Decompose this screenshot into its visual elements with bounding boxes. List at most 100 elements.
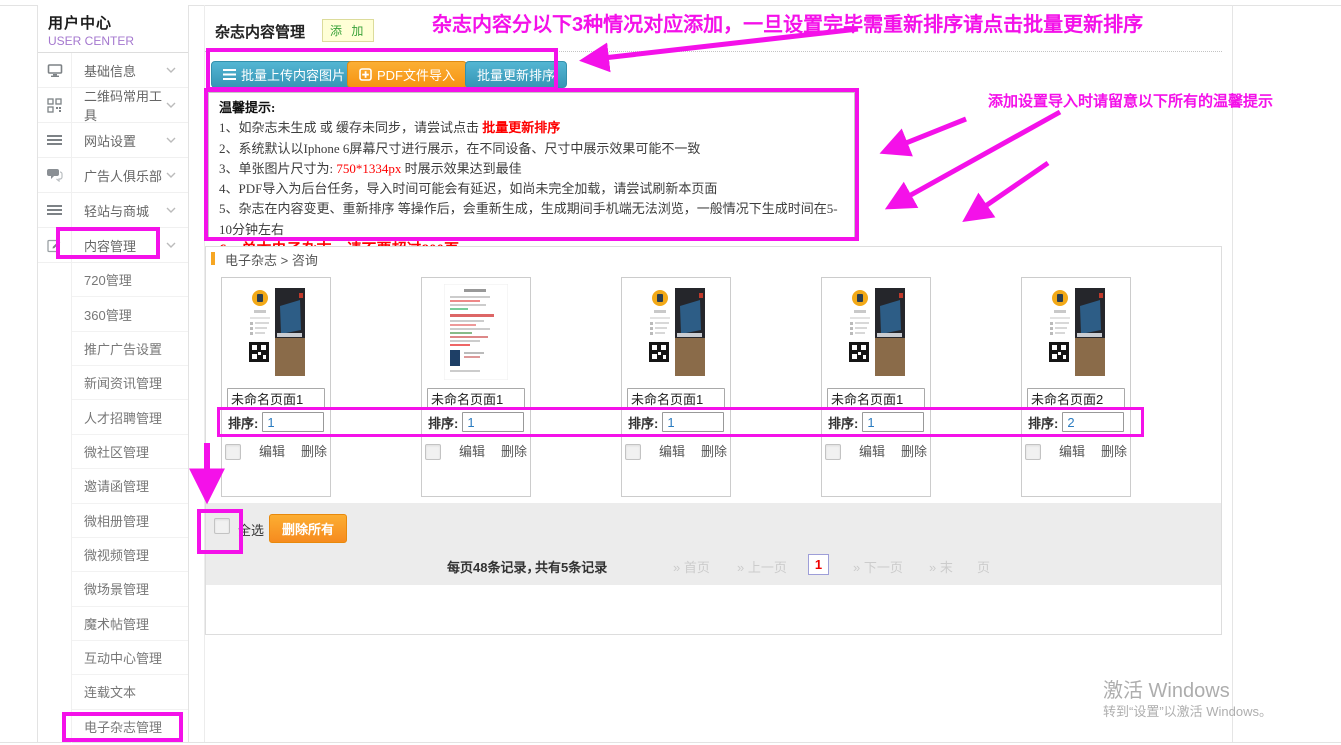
- edit-link[interactable]: 编辑: [1059, 444, 1085, 459]
- sidebar-item-ezine-management[interactable]: 电子杂志管理: [72, 710, 188, 743]
- sidebar-item-content-management[interactable]: 内容管理: [38, 228, 188, 263]
- sidebar-item-interaction-center[interactable]: 互动中心管理: [72, 641, 188, 675]
- pagination-last-suffix[interactable]: 页: [977, 557, 990, 576]
- page-card: 排序: 编辑删除: [421, 277, 531, 497]
- page-thumbnail-business-card[interactable]: [244, 284, 308, 380]
- chat-icon: [38, 158, 72, 192]
- edit-link[interactable]: 编辑: [859, 444, 885, 459]
- breadcrumb-root[interactable]: 电子杂志: [225, 253, 277, 268]
- sidebar-item-recruitment[interactable]: 人才招聘管理: [72, 400, 188, 434]
- tip-line-3: 3、单张图片尺寸为: 750*1334px 时展示效果达到最佳: [219, 159, 844, 179]
- sort-order-input[interactable]: [862, 412, 924, 432]
- delete-link[interactable]: 删除: [1101, 444, 1127, 459]
- delete-all-button[interactable]: 删除所有: [269, 514, 347, 543]
- delete-link[interactable]: 删除: [701, 444, 727, 459]
- chevron-down-icon: [166, 228, 188, 262]
- delete-link[interactable]: 删除: [901, 444, 927, 459]
- add-button[interactable]: 添 加: [322, 19, 374, 42]
- page-name-input[interactable]: [627, 388, 725, 408]
- sort-label: 排序:: [828, 413, 858, 432]
- sidebar-item-label: 轻站与商城: [72, 193, 166, 227]
- sidebar-item-ad-club[interactable]: 广告人俱乐部: [38, 158, 188, 193]
- select-all-checkbox[interactable]: [214, 518, 230, 534]
- sort-order-input[interactable]: [1062, 412, 1124, 432]
- breadcrumb: 电子杂志 > 咨询: [225, 250, 318, 269]
- page-thumbnail-document[interactable]: [444, 284, 508, 380]
- page-title: 杂志内容管理: [215, 21, 305, 42]
- chevron-down-icon: [166, 123, 188, 157]
- breadcrumb-marker: [211, 252, 215, 265]
- qrcode-icon: [38, 88, 72, 122]
- page-select-checkbox[interactable]: [625, 444, 641, 460]
- sidebar-item-video[interactable]: 微视频管理: [72, 538, 188, 572]
- footer-strip: [206, 503, 1221, 585]
- page-name-input[interactable]: [227, 388, 325, 408]
- edit-link[interactable]: 编辑: [259, 444, 285, 459]
- pagination-next[interactable]: » 下一页: [853, 557, 903, 576]
- page-select-checkbox[interactable]: [425, 444, 441, 460]
- page-thumbnail-business-card[interactable]: [644, 284, 708, 380]
- sidebar-item-720[interactable]: 720管理: [72, 263, 188, 297]
- sidebar-item-basic-info[interactable]: 基础信息: [38, 53, 188, 88]
- batch-reorder-label: 批量更新排序: [477, 65, 555, 84]
- page-select-checkbox[interactable]: [225, 444, 241, 460]
- sidebar-item-invitation[interactable]: 邀请函管理: [72, 469, 188, 503]
- sidebar: 用户中心 USER CENTER 基础信息 二维码常用工具 网站设置: [37, 5, 189, 742]
- pdf-import-label: PDF文件导入: [377, 65, 455, 84]
- sidebar-item-serialized-text[interactable]: 连载文本: [72, 675, 188, 709]
- annotation-right-note: 添加设置导入时请留意以下所有的温馨提示: [988, 90, 1273, 111]
- page-name-input[interactable]: [827, 388, 925, 408]
- sidebar-item-promo-ads[interactable]: 推广广告设置: [72, 332, 188, 366]
- sidebar-item-qrcode-tools[interactable]: 二维码常用工具: [38, 88, 188, 123]
- delete-link[interactable]: 删除: [501, 444, 527, 459]
- page-select-checkbox[interactable]: [825, 444, 841, 460]
- sidebar-item-scene[interactable]: 微场景管理: [72, 572, 188, 606]
- sidebar-item-news[interactable]: 新闻资讯管理: [72, 366, 188, 400]
- batch-reorder-button[interactable]: 批量更新排序: [465, 61, 567, 88]
- sort-label: 排序:: [628, 413, 658, 432]
- list-icon: [38, 123, 72, 157]
- sort-order-input[interactable]: [662, 412, 724, 432]
- sidebar-icon-gutter: [38, 263, 72, 743]
- user-center-title: 用户中心: [48, 12, 188, 33]
- sidebar-item-site-settings[interactable]: 网站设置: [38, 123, 188, 158]
- list-icon: [38, 193, 72, 227]
- sidebar-item-photo-album[interactable]: 微相册管理: [72, 504, 188, 538]
- user-center-subtitle: USER CENTER: [48, 34, 188, 48]
- windows-activation-watermark-sub: 转到“设置”以激活 Windows。: [1103, 701, 1272, 720]
- edit-link[interactable]: 编辑: [659, 444, 685, 459]
- sidebar-item-lite-site-mall[interactable]: 轻站与商城: [38, 193, 188, 228]
- pdf-import-button[interactable]: PDF文件导入: [347, 61, 467, 88]
- sort-order-input[interactable]: [262, 412, 324, 432]
- tips-box: 温馨提示: 1、如杂志未生成 或 缓存未同步，请尝试点击 批量更新排序 2、系统…: [208, 92, 855, 238]
- chevron-down-icon: [166, 193, 188, 227]
- page-thumbnail-business-card[interactable]: [1044, 284, 1108, 380]
- tip-line-1: 1、如杂志未生成 或 缓存未同步，请尝试点击 批量更新排序: [219, 118, 844, 138]
- page-name-input[interactable]: [427, 388, 525, 408]
- page-select-checkbox[interactable]: [1025, 444, 1041, 460]
- pagination-last[interactable]: » 末: [929, 557, 953, 576]
- page-card: 排序: 编辑删除: [1021, 277, 1131, 497]
- sidebar-submenu: 720管理 360管理 推广广告设置 新闻资讯管理 人才招聘管理 微社区管理 邀…: [38, 263, 188, 743]
- page-name-input[interactable]: [1027, 388, 1125, 408]
- sidebar-item-magic-post[interactable]: 魔术帖管理: [72, 607, 188, 641]
- edit-link[interactable]: 编辑: [459, 444, 485, 459]
- sidebar-item-360[interactable]: 360管理: [72, 297, 188, 331]
- pagination-current-page[interactable]: 1: [808, 554, 829, 575]
- plus-square-icon: [359, 68, 372, 81]
- annotation-top-note: 杂志内容分以下3种情况对应添加，一旦设置完毕需重新排序请点击批量更新排序: [432, 8, 1143, 37]
- breadcrumb-separator: >: [281, 253, 289, 268]
- sort-order-input[interactable]: [462, 412, 524, 432]
- batch-upload-images-label: 批量上传内容图片: [241, 65, 345, 84]
- breadcrumb-current: 咨询: [292, 253, 318, 268]
- batch-upload-images-button[interactable]: 批量上传内容图片: [211, 61, 357, 88]
- page-thumbnail-business-card[interactable]: [844, 284, 908, 380]
- pagination-prev[interactable]: » 上一页: [737, 557, 787, 576]
- pagination-first[interactable]: » 首页: [673, 557, 710, 576]
- chevron-down-icon: [166, 53, 188, 87]
- sidebar-item-label: 二维码常用工具: [72, 88, 166, 122]
- sidebar-item-community[interactable]: 微社区管理: [72, 435, 188, 469]
- delete-link[interactable]: 删除: [301, 444, 327, 459]
- chevron-down-icon: [166, 88, 188, 122]
- total-records: 共有5条记录: [535, 557, 607, 576]
